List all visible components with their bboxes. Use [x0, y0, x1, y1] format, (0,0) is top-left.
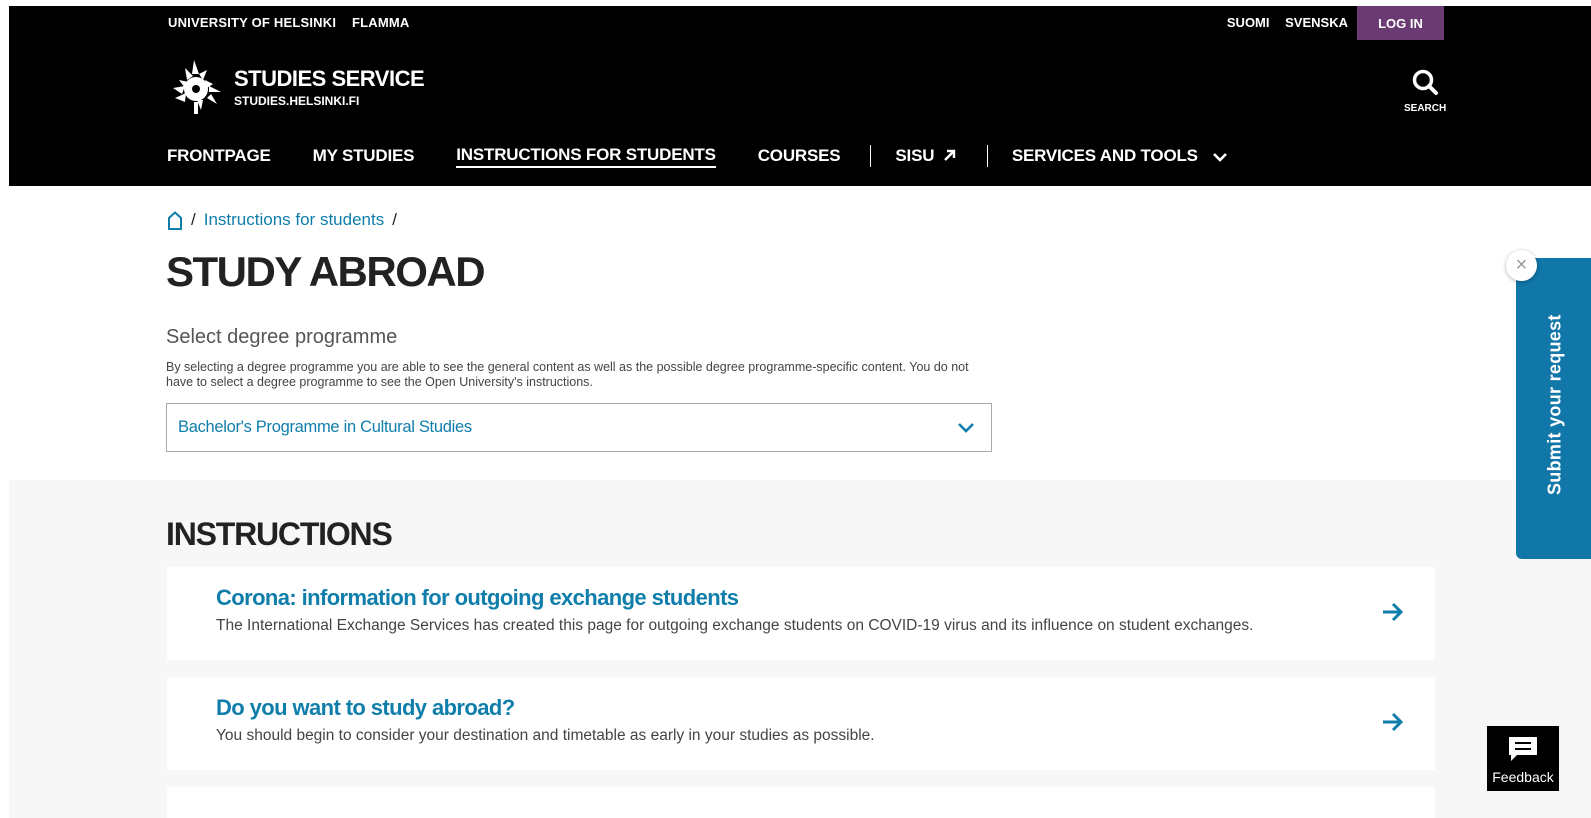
nav-sisu[interactable]: SISU	[895, 146, 956, 166]
nav-services-tools[interactable]: SERVICES AND TOOLS	[1012, 146, 1229, 166]
lang-suomi[interactable]: SUOMI	[1227, 15, 1270, 30]
nav-courses[interactable]: COURSES	[758, 146, 841, 166]
chevron-down-icon	[1213, 152, 1228, 162]
card-description: You should begin to consider your destin…	[216, 727, 875, 744]
breadcrumb-separator: /	[392, 210, 397, 229]
page-intro: / Instructions for students / STUDY ABRO…	[9, 186, 1591, 480]
degree-select-label: Select degree programme	[166, 326, 398, 348]
external-link-icon	[943, 149, 956, 161]
close-icon[interactable]: ×	[1506, 250, 1537, 281]
page: UNIVERSITY OF HELSINKI FLAMMA SUOMI SVEN…	[9, 6, 1591, 818]
search-icon	[1411, 69, 1439, 100]
nav-services-label: SERVICES AND TOOLS	[1011, 146, 1198, 165]
language-switcher: SUOMI SVENSKA	[1215, 15, 1348, 30]
breadcrumb-instructions-link[interactable]: Instructions for students	[204, 210, 384, 230]
search-button[interactable]: SEARCH	[1404, 68, 1446, 114]
card-title[interactable]: Corona: information for outgoing exchang…	[216, 585, 739, 611]
chat-bubble-icon	[1509, 737, 1537, 761]
instruction-card[interactable]: Corona: information for outgoing exchang…	[167, 567, 1435, 660]
login-button[interactable]: LOG IN	[1357, 6, 1444, 40]
instruction-card[interactable]	[167, 787, 1435, 818]
lang-svenska[interactable]: SVENSKA	[1285, 15, 1348, 30]
degree-select-value: Bachelor's Programme in Cultural Studies	[178, 418, 472, 436]
breadcrumb: / Instructions for students /	[167, 210, 405, 230]
nav-divider	[870, 145, 872, 167]
brand-title[interactable]: STUDIES SERVICE	[234, 66, 425, 92]
home-icon[interactable]	[167, 210, 183, 230]
site-header: UNIVERSITY OF HELSINKI FLAMMA SUOMI SVEN…	[9, 6, 1591, 186]
card-description: The International Exchange Services has …	[216, 617, 1254, 634]
submit-request-label: Submit your request	[1544, 314, 1565, 496]
degree-programme-select[interactable]: Bachelor's Programme in Cultural Studies	[166, 403, 992, 452]
search-label: SEARCH	[1404, 103, 1447, 114]
brand-subtitle: STUDIES.HELSINKI.FI	[234, 94, 360, 108]
arrow-right-icon[interactable]	[1381, 601, 1405, 623]
instruction-card[interactable]: Do you want to study abroad? You should …	[167, 677, 1435, 770]
nav-divider	[986, 145, 988, 167]
breadcrumb-separator: /	[191, 210, 196, 229]
arrow-right-icon[interactable]	[1381, 711, 1405, 733]
nav-sisu-label: SISU	[895, 146, 935, 165]
university-link[interactable]: UNIVERSITY OF HELSINKI	[168, 15, 336, 30]
university-logo-icon[interactable]	[167, 58, 225, 116]
top-links: UNIVERSITY OF HELSINKI FLAMMA	[168, 15, 421, 30]
card-title[interactable]: Do you want to study abroad?	[216, 695, 515, 721]
nav-instructions[interactable]: INSTRUCTIONS FOR STUDENTS	[456, 145, 716, 168]
feedback-label: Feedback	[1492, 769, 1554, 785]
main-nav: FRONTPAGE MY STUDIES INSTRUCTIONS FOR ST…	[167, 144, 1270, 168]
degree-select-help: By selecting a degree programme you are …	[166, 360, 969, 389]
flamma-link[interactable]: FLAMMA	[352, 15, 410, 30]
nav-my-studies[interactable]: MY STUDIES	[313, 146, 415, 166]
nav-frontpage[interactable]: FRONTPAGE	[167, 146, 271, 166]
chevron-down-icon	[958, 422, 974, 433]
page-title: STUDY ABROAD	[166, 248, 486, 295]
feedback-button[interactable]: Feedback	[1487, 726, 1559, 791]
instructions-heading: INSTRUCTIONS	[166, 516, 393, 552]
